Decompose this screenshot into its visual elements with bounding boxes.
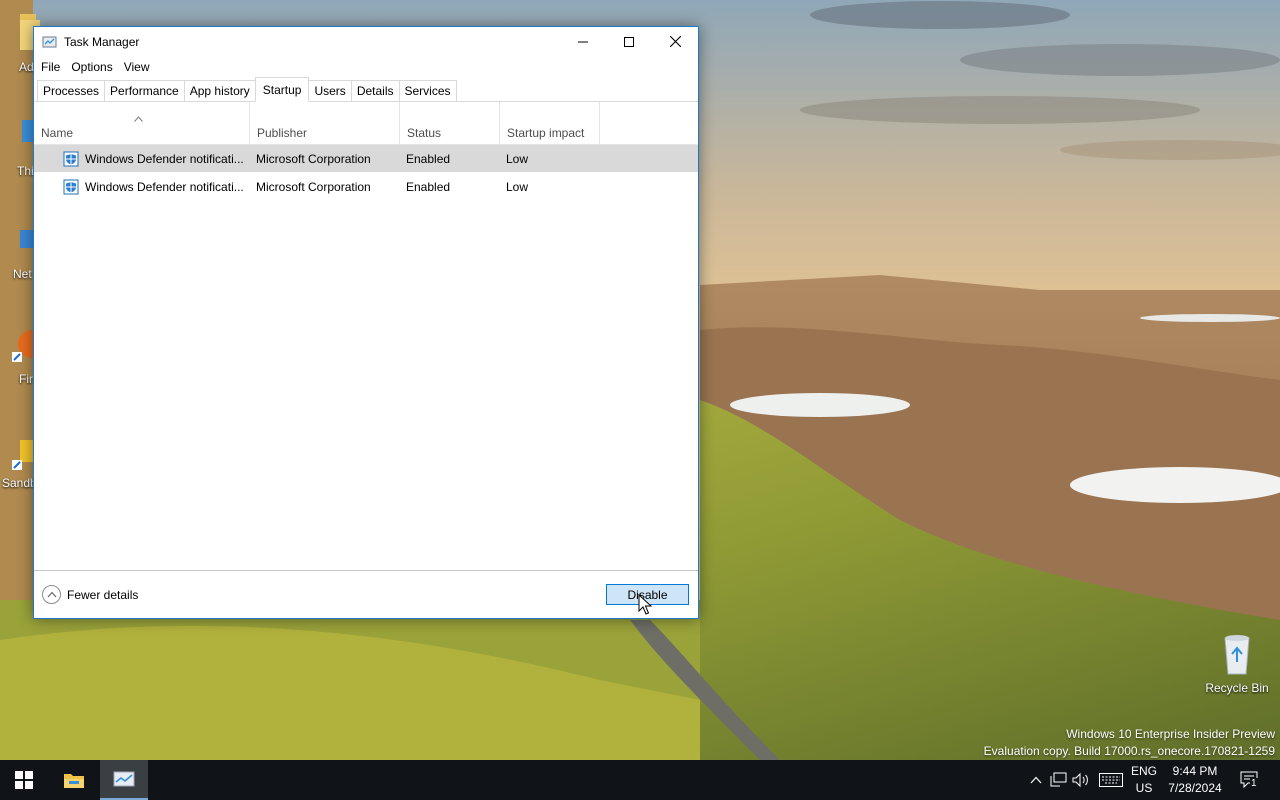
row-startup-impact: Low bbox=[506, 152, 529, 166]
desktop-icon-label: Ad bbox=[19, 60, 34, 74]
recycle-bin-icon bbox=[1224, 635, 1250, 675]
show-hidden-icons-button[interactable] bbox=[1027, 771, 1045, 789]
recycle-bin-label: Recycle Bin bbox=[1205, 681, 1269, 695]
clock-date: 7/28/2024 bbox=[1168, 781, 1222, 795]
title-bar[interactable]: Task Manager bbox=[34, 27, 698, 57]
desktop-icon-label: Thi bbox=[17, 164, 34, 178]
chevron-up-icon bbox=[1030, 776, 1042, 784]
touch-keyboard-button[interactable] bbox=[1098, 771, 1124, 789]
notification-count: 1 bbox=[1250, 778, 1258, 789]
row-startup-impact: Low bbox=[506, 180, 529, 194]
taskbar: ENG US 9:44 PM 7/28/2024 1 bbox=[0, 760, 1280, 800]
task-manager-icon bbox=[42, 36, 57, 48]
network-icon bbox=[1050, 772, 1067, 787]
desktop-icon-label: Net bbox=[13, 267, 32, 281]
tab-strip: Processes Performance App history Startu… bbox=[34, 77, 698, 102]
tab-users[interactable]: Users bbox=[308, 80, 352, 101]
tab-performance[interactable]: Performance bbox=[104, 80, 185, 101]
column-status[interactable]: Status bbox=[400, 102, 500, 145]
fewer-details-label: Fewer details bbox=[67, 587, 139, 602]
footer-bar: Fewer details Disable bbox=[34, 570, 698, 618]
row-status: Enabled bbox=[406, 180, 451, 194]
menu-bar: File Options View bbox=[34, 57, 698, 77]
windows-defender-icon bbox=[63, 151, 79, 167]
windows-logo-icon bbox=[15, 771, 33, 789]
table-row[interactable]: Windows Defender notificati... Microsoft… bbox=[34, 173, 698, 200]
row-status: Enabled bbox=[406, 152, 451, 166]
minimize-button[interactable] bbox=[560, 27, 606, 56]
minimize-icon bbox=[578, 41, 588, 42]
close-icon bbox=[669, 36, 681, 47]
volume-button[interactable] bbox=[1072, 771, 1090, 789]
maximize-icon bbox=[624, 36, 634, 47]
menu-view[interactable]: View bbox=[120, 60, 154, 74]
language-code: ENG bbox=[1130, 764, 1157, 778]
column-publisher[interactable]: Publisher bbox=[250, 102, 400, 145]
column-name[interactable]: Name bbox=[34, 102, 250, 145]
menu-options[interactable]: Options bbox=[67, 60, 116, 74]
taskbar-task-manager[interactable] bbox=[100, 760, 148, 800]
chevron-up-icon bbox=[47, 591, 56, 598]
tab-services[interactable]: Services bbox=[398, 80, 457, 101]
windows-watermark: Windows 10 Enterprise Insider Preview Ev… bbox=[984, 726, 1275, 760]
startup-list: Name Publisher Status Startup impact Win… bbox=[34, 102, 698, 570]
watermark-line-2: Evaluation copy. Build 17000.rs_onecore.… bbox=[983, 744, 1275, 758]
windows-defender-icon bbox=[63, 179, 79, 195]
task-manager-icon bbox=[113, 771, 135, 787]
collapse-circle bbox=[42, 585, 61, 604]
clock-button[interactable]: 9:44 PM 7/28/2024 bbox=[1162, 763, 1228, 797]
table-row[interactable]: Windows Defender notificati... Microsoft… bbox=[34, 145, 698, 172]
mouse-cursor-icon bbox=[638, 594, 652, 615]
row-name: Windows Defender notificati... bbox=[85, 180, 244, 194]
tab-startup[interactable]: Startup bbox=[254, 77, 310, 102]
tab-app-history[interactable]: App history bbox=[183, 80, 256, 101]
menu-file[interactable]: File bbox=[37, 60, 64, 74]
folder-icon bbox=[64, 774, 84, 788]
clock-time: 9:44 PM bbox=[1172, 764, 1218, 778]
watermark-line-1: Windows 10 Enterprise Insider Preview bbox=[1066, 727, 1275, 741]
desktop-icon-label: Sandb bbox=[2, 476, 37, 490]
desktop-icon-recycle-bin[interactable]: Recycle Bin bbox=[1198, 632, 1276, 695]
close-button[interactable] bbox=[652, 27, 698, 56]
taskbar-file-explorer[interactable] bbox=[50, 760, 98, 800]
tab-processes[interactable]: Processes bbox=[37, 80, 106, 101]
fewer-details-button[interactable]: Fewer details bbox=[42, 585, 138, 604]
maximize-button[interactable] bbox=[606, 27, 652, 56]
tab-details[interactable]: Details bbox=[350, 80, 400, 101]
window-title: Task Manager bbox=[64, 35, 140, 49]
column-startup-impact[interactable]: Startup impact bbox=[500, 102, 600, 145]
volume-icon bbox=[1072, 772, 1088, 788]
row-publisher: Microsoft Corporation bbox=[256, 152, 371, 166]
input-language-button[interactable]: ENG US bbox=[1128, 763, 1160, 797]
network-tray-button[interactable] bbox=[1050, 771, 1068, 789]
start-button[interactable] bbox=[0, 760, 48, 800]
row-name: Windows Defender notificati... bbox=[85, 152, 244, 166]
keyboard-layout: US bbox=[1135, 781, 1153, 795]
task-manager-window: Task Manager File Options View Processes… bbox=[33, 26, 699, 619]
action-center-button[interactable]: 1 bbox=[1238, 771, 1262, 789]
column-header-row: Name Publisher Status Startup impact bbox=[34, 102, 698, 145]
desktop-icon-label: Fir bbox=[19, 372, 33, 386]
row-publisher: Microsoft Corporation bbox=[256, 180, 371, 194]
keyboard-icon bbox=[1099, 773, 1123, 787]
